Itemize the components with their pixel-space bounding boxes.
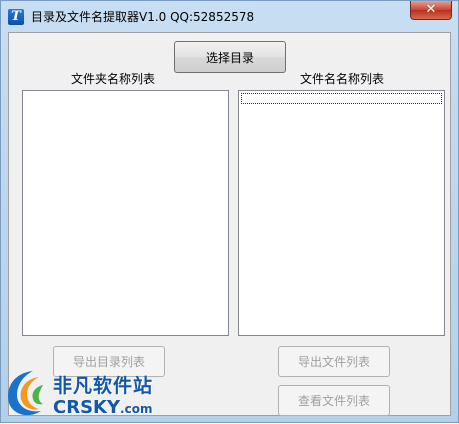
watermark-en-main: CRSKY — [53, 397, 121, 418]
window-title: 目录及文件名提取器V1.0 QQ:52852578 — [31, 10, 255, 24]
close-button[interactable]: ✕ — [410, 1, 452, 20]
app-icon: T — [8, 9, 24, 25]
focus-rectangle — [241, 93, 442, 104]
folder-list-label: 文件夹名称列表 — [71, 72, 156, 86]
watermark-en-suffix: .com — [120, 402, 153, 416]
app-window: T 目录及文件名提取器V1.0 QQ:52852578 ✕ 选择目录 文件夹名称… — [0, 0, 459, 423]
export-file-list-button[interactable]: 导出文件列表 — [278, 346, 390, 377]
client-area: 选择目录 文件夹名称列表 文件名名称列表 导出目录列表 导出文件列表 查看文件列… — [8, 32, 451, 416]
select-directory-button[interactable]: 选择目录 — [174, 41, 286, 73]
crsky-logo-icon — [8, 371, 43, 416]
title-bar[interactable]: T 目录及文件名提取器V1.0 QQ:52852578 ✕ — [1, 1, 458, 32]
view-file-list-button[interactable]: 查看文件列表 — [278, 385, 390, 416]
watermark-en-text: CRSKY.com — [53, 397, 152, 418]
watermark: 非凡软件站 CRSKY.com — [1, 363, 171, 424]
file-listbox[interactable] — [238, 90, 445, 336]
watermark-cn-text: 非凡软件站 — [53, 375, 154, 397]
file-list-label: 文件名名称列表 — [300, 72, 385, 86]
folder-listbox[interactable] — [22, 90, 229, 336]
